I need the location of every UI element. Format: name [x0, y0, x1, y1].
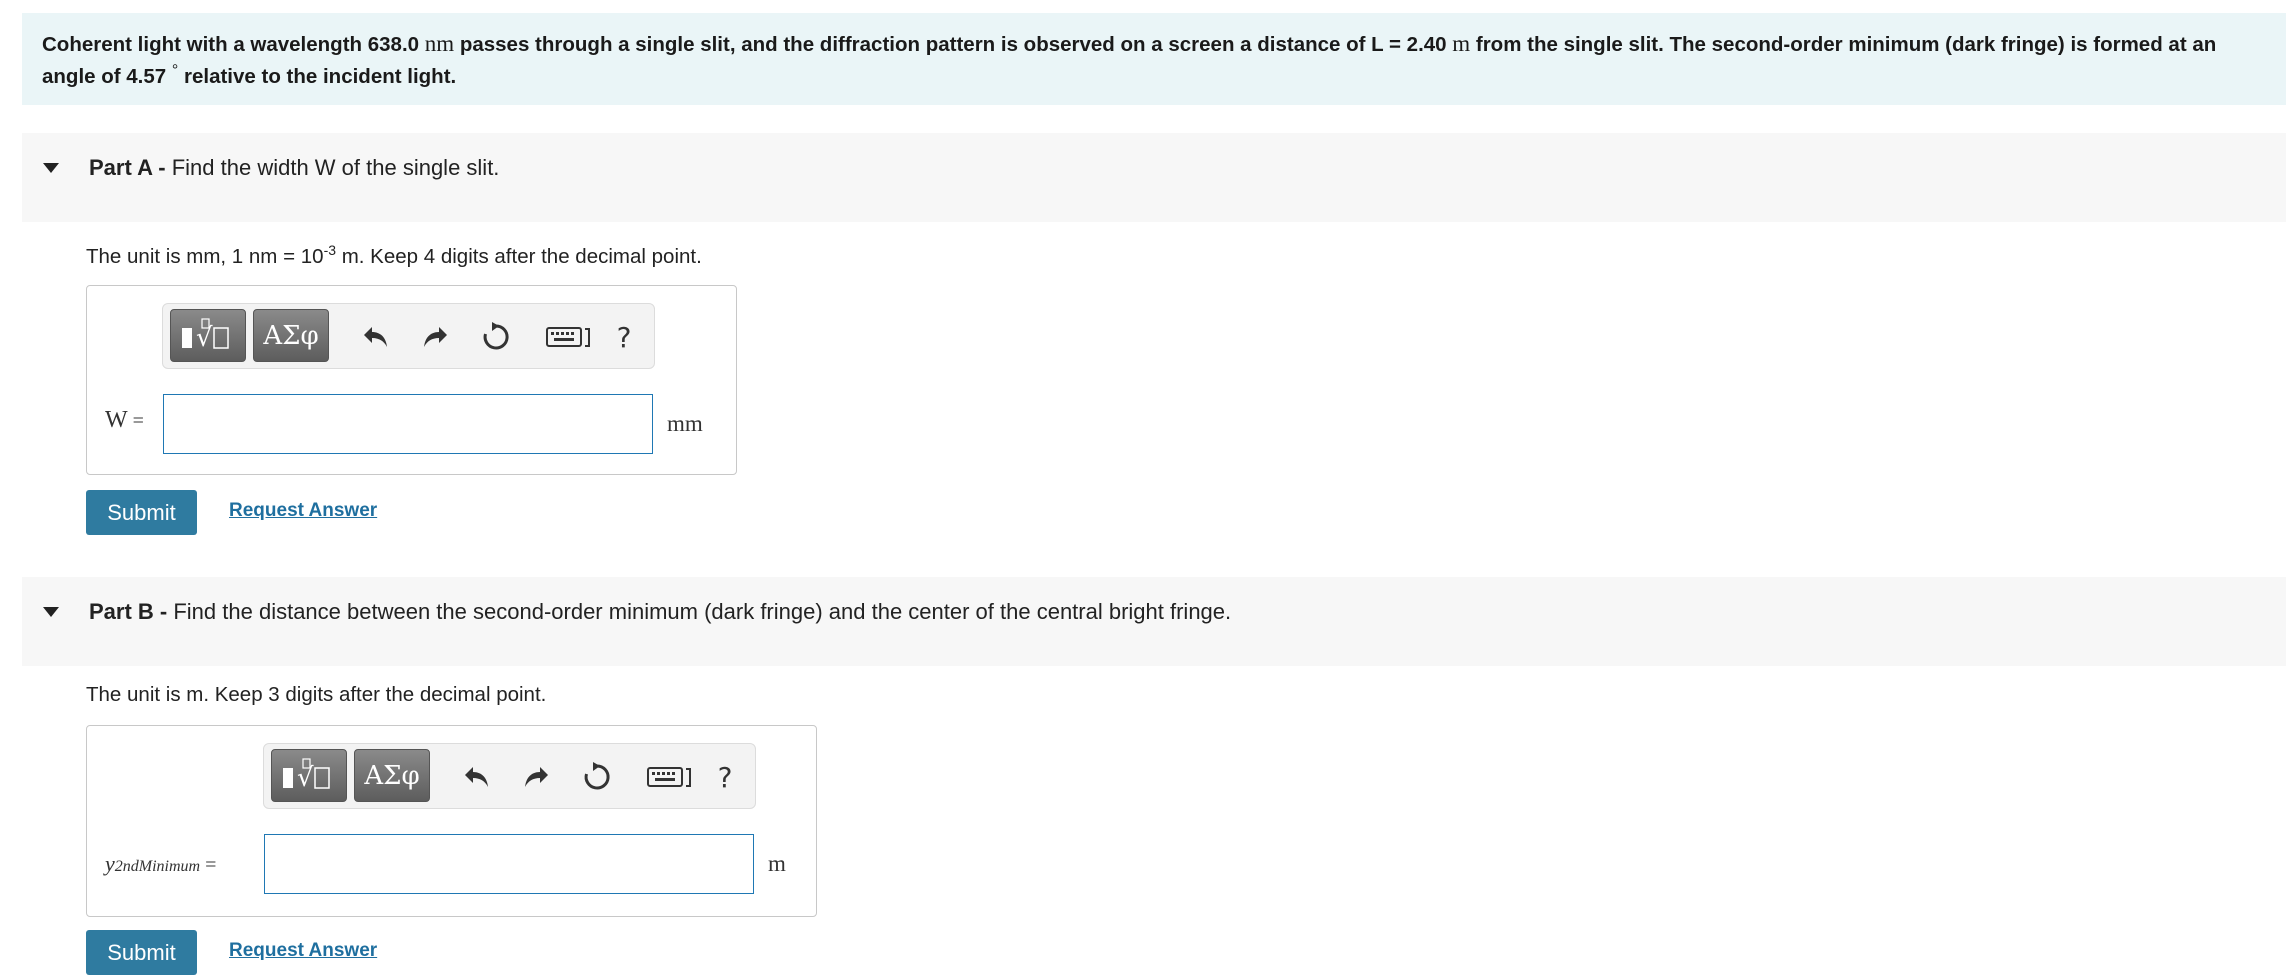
- distance-unit: m: [1452, 31, 1471, 56]
- part-a-request-answer-link[interactable]: Request Answer: [229, 500, 377, 522]
- part-a-var: W: [105, 407, 128, 433]
- greek-symbols-icon: ΑΣφ: [263, 320, 319, 351]
- problem-statement: Coherent light with a wavelength 638.0 n…: [22, 13, 2286, 105]
- redo-icon[interactable]: [519, 758, 553, 796]
- part-a-header[interactable]: Part A - Find the width W of the single …: [22, 133, 2286, 222]
- problem-text-1: Coherent light with a wavelength 638.0: [42, 33, 425, 56]
- keyboard-icon[interactable]: [646, 758, 694, 796]
- part-a-equals: =: [127, 410, 144, 432]
- part-a-unit: mm: [667, 411, 703, 436]
- reset-icon[interactable]: [580, 758, 614, 796]
- part-a-answer-input[interactable]: [163, 394, 653, 454]
- part-b-question: Find the distance between the second-ord…: [173, 599, 1232, 624]
- templates-icon: √: [283, 757, 330, 793]
- problem-text-4: relative to the incident light.: [178, 64, 457, 88]
- part-a-question: Find the width W of the single slit.: [171, 155, 500, 180]
- math-toolbar: √ ΑΣφ ?: [162, 303, 655, 369]
- reset-icon[interactable]: [479, 318, 513, 356]
- part-b-var: y: [105, 851, 115, 876]
- part-b-header[interactable]: Part B - Find the distance between the s…: [22, 577, 2286, 666]
- templates-button[interactable]: √: [271, 749, 347, 802]
- part-a-instr-sup: -3: [323, 242, 337, 258]
- part-a-instructions: The unit is mm, 1 nm = 10-3 m. Keep 4 di…: [86, 242, 702, 269]
- part-b-request-answer-link[interactable]: Request Answer: [229, 940, 377, 962]
- greek-symbols-button[interactable]: ΑΣφ: [253, 309, 329, 362]
- collapse-caret-icon[interactable]: [43, 163, 59, 173]
- greek-symbols-icon: ΑΣφ: [364, 760, 420, 791]
- part-b-unit: m: [768, 851, 786, 876]
- part-a-answer-box: √ ΑΣφ ? W = mm: [86, 285, 737, 475]
- problem-text-2: passes through a single slit, and the di…: [454, 33, 1453, 56]
- part-b-submit-button[interactable]: Submit: [86, 930, 197, 975]
- math-toolbar: √ ΑΣφ ?: [263, 743, 756, 809]
- part-b-var-sub: 2ndMinimum: [114, 858, 201, 875]
- part-a-label: Part A -: [89, 155, 172, 180]
- greek-symbols-button[interactable]: ΑΣφ: [354, 749, 430, 802]
- templates-icon: √: [182, 317, 229, 353]
- wavelength-unit: nm: [424, 31, 455, 56]
- part-b-answer-box: √ ΑΣφ ? y2ndMinimum = m: [86, 725, 817, 917]
- part-b-instructions: The unit is m. Keep 3 digits after the d…: [86, 683, 547, 706]
- part-b-answer-input[interactable]: [264, 834, 754, 894]
- part-b-label: Part B -: [89, 599, 174, 624]
- part-b-title: Part B - Find the distance between the s…: [89, 599, 1231, 625]
- part-b-variable-label: y2ndMinimum =: [105, 851, 216, 877]
- redo-icon[interactable]: [418, 318, 452, 356]
- keyboard-icon[interactable]: [545, 318, 593, 356]
- collapse-caret-icon[interactable]: [43, 607, 59, 617]
- undo-icon[interactable]: [359, 318, 393, 356]
- help-icon[interactable]: ?: [607, 318, 641, 356]
- part-a-instr-pre: The unit is mm, 1 nm = 10: [86, 244, 324, 268]
- part-a-instr-post: m. Keep 4 digits after the decimal point…: [336, 244, 702, 268]
- part-a-submit-button[interactable]: Submit: [86, 490, 197, 535]
- part-a-variable-label: W =: [105, 407, 144, 434]
- templates-button[interactable]: √: [170, 309, 246, 362]
- part-a-title: Part A - Find the width W of the single …: [89, 155, 499, 181]
- undo-icon[interactable]: [460, 758, 494, 796]
- part-b-equals: =: [200, 854, 217, 876]
- help-icon[interactable]: ?: [708, 758, 742, 796]
